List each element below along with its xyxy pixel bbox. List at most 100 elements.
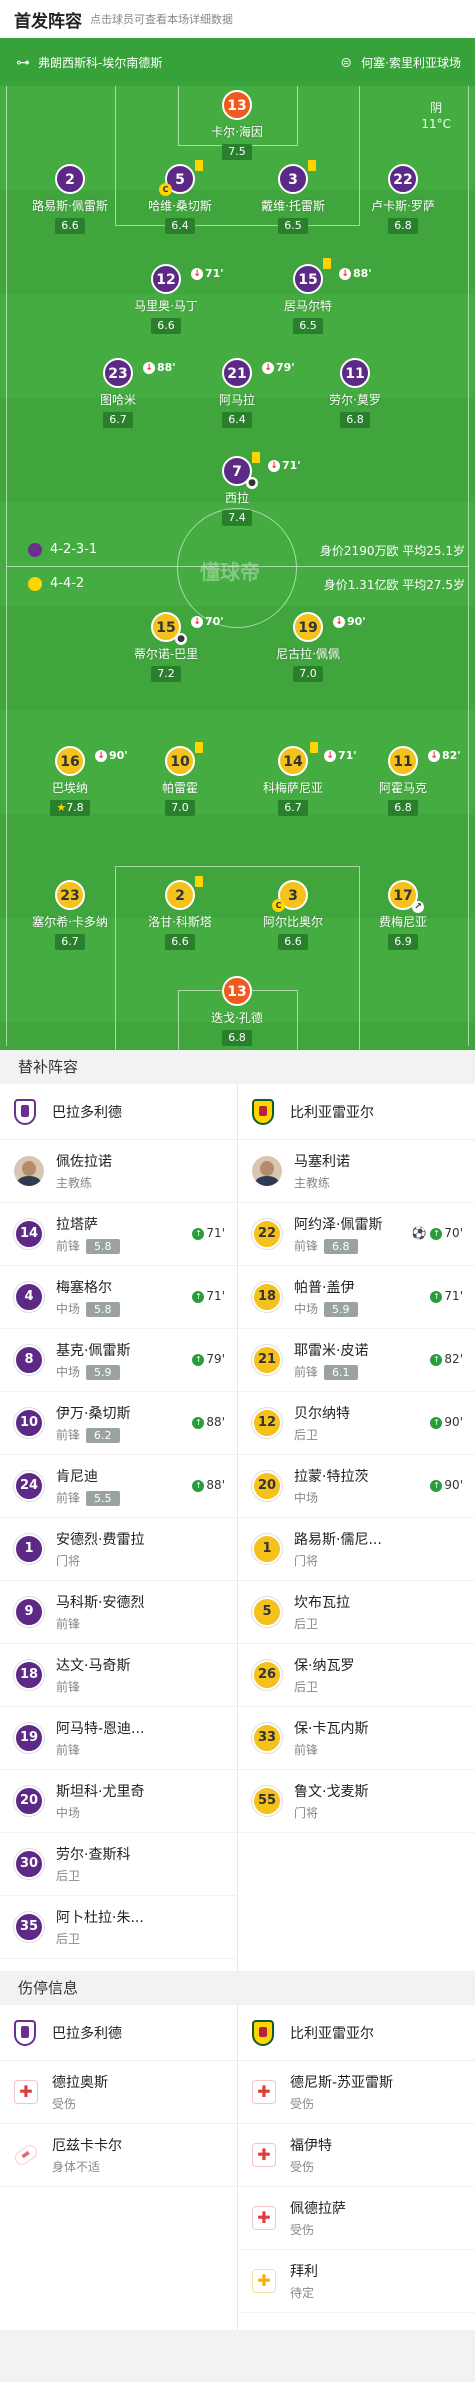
player-away-gk[interactable]: 13 迭戈·孔德 6.8 — [182, 976, 292, 1046]
player-name: 劳尔·查斯科 — [56, 1847, 131, 1863]
sub-player-row[interactable]: 20 拉蒙·特拉茨 中场 ↑ 90' — [238, 1455, 475, 1518]
sub-player-row[interactable]: 14 拉塔萨 前锋 5.8 ↑ 71' — [0, 1203, 237, 1266]
sub-player-row[interactable]: 12 贝尔纳特 后卫 ↑ 90' — [238, 1392, 475, 1455]
player-away-st2[interactable]: 19 ↓ 90' 尼古拉·佩佩 7.0 — [253, 612, 366, 682]
sub-in-minute: ↑ 90' — [430, 1415, 463, 1429]
yellow-card-icon — [252, 452, 260, 463]
player-home-gk[interactable]: 13 卡尔·海因 7.5 — [182, 90, 292, 160]
shirt-number: 35 — [14, 1912, 44, 1942]
player-home-dm2[interactable]: 15 ↓ 88' 居马尔特 6.5 — [253, 258, 372, 334]
player-name: 图哈米 — [99, 393, 136, 407]
player-rating: 5.9 — [86, 1365, 120, 1380]
sub-player-row[interactable]: 30 劳尔·查斯科 后卫 — [0, 1833, 237, 1896]
position-text: 前锋 — [56, 1680, 81, 1694]
player-rating: 6.7 — [55, 934, 85, 950]
sub-off-icon: ↓ — [191, 268, 203, 280]
sub-player-row[interactable]: 33 保·卡瓦内斯 前锋 — [238, 1707, 475, 1770]
shirt-number: 13 — [222, 976, 252, 1006]
sub-off-icon: ↓ — [95, 750, 107, 762]
sub-player-row[interactable]: 1 安德烈·费雷拉 门将 — [0, 1518, 237, 1581]
home-formation: 4-2-3-1 — [28, 542, 97, 557]
away-coach[interactable]: 马塞利诺 主教练 — [238, 1140, 475, 1203]
sub-player-row[interactable]: 4 梅塞格尔 中场 5.8 ↑ 71' — [0, 1266, 237, 1329]
player-name: 阿霍马克 — [378, 781, 427, 795]
player-away-cb2[interactable]: 3C 阿尔比奥尔 6.6 — [238, 880, 348, 950]
sub-player-row[interactable]: 20 斯坦科·尤里奇 中场 — [0, 1770, 237, 1833]
player-name: 路易斯·儒尼... — [294, 1532, 382, 1548]
injury-row[interactable]: ✚ 佩德拉萨 受伤 — [238, 2187, 475, 2250]
shirt-number: 14 ↓ 71' — [278, 742, 357, 776]
player-away-rb[interactable]: 17 ↗ 费梅尼亚 6.9 — [348, 880, 458, 950]
player-away-lm[interactable]: 16 ↓ 90' 巴埃纳 ★7.8 — [15, 746, 128, 816]
player-name: 塞尔希·卡多纳 — [32, 915, 108, 929]
player-home-am2[interactable]: 21 ↓ 79' 阿马拉 6.4 — [182, 358, 295, 428]
player-home-lb[interactable]: 2 路易斯·佩雷斯 6.6 — [15, 164, 125, 234]
player-away-cm2[interactable]: 14 ↓ 71' 科梅萨尼亚 6.7 — [238, 742, 357, 816]
sub-player-row[interactable]: 18 帕普·盖伊 中场 5.9 ↑ 71' — [238, 1266, 475, 1329]
sub-in-minute: ↑ 88' — [192, 1478, 225, 1492]
player-home-dm1[interactable]: 12 ↓ 71' 马里奥·马丁 6.6 — [111, 264, 224, 334]
injury-section-title: 伤停信息 — [0, 1971, 475, 2005]
player-rating: 7.4 — [222, 510, 252, 526]
injury-row[interactable]: ✚ 拜利 待定 — [238, 2250, 475, 2313]
player-name: 基克·佩雷斯 — [56, 1343, 131, 1359]
player-name: 帕普·盖伊 — [294, 1280, 355, 1296]
player-home-am1[interactable]: 23 ↓ 88' 图哈米 6.7 — [63, 358, 176, 428]
sub-player-info: 贝尔纳特 后卫 — [294, 1403, 350, 1443]
shirt-number: 11 ↓ 82' — [388, 746, 461, 776]
position-text: 后卫 — [56, 1869, 81, 1883]
player-rating: 6.6 — [151, 318, 181, 334]
player-home-cb1[interactable]: 5C 哈维·桑切斯 6.4 — [125, 160, 235, 234]
sub-off-icon: ↓ — [333, 616, 345, 628]
goal-ball-icon: ● — [246, 477, 258, 489]
medical-kit-icon: ✚ — [252, 2206, 276, 2230]
player-home-am3[interactable]: 11 劳尔·莫罗 6.8 — [300, 358, 410, 428]
coach-role: 主教练 — [56, 1176, 93, 1190]
player-away-cm1[interactable]: 10 帕雷霍 7.0 — [125, 742, 235, 816]
sub-player-row[interactable]: 18 达文·马奇斯 前锋 — [0, 1644, 237, 1707]
player-away-cb1[interactable]: 2 洛甘·科斯塔 6.6 — [125, 876, 235, 950]
sub-player-row[interactable]: 9 马科斯·安德烈 前锋 — [0, 1581, 237, 1644]
sub-player-row[interactable]: 21 耶雷米·皮诺 前锋 6.1 ↑ 82' — [238, 1329, 475, 1392]
player-away-rm[interactable]: 11 ↓ 82' 阿霍马克 6.8 — [348, 746, 461, 816]
sub-player-row[interactable]: 55 鲁文·戈麦斯 门将 — [238, 1770, 475, 1833]
player-name: 阿马特-恩迪... — [56, 1721, 145, 1737]
injury-row[interactable]: ✚ 德拉奥斯 受伤 — [0, 2061, 237, 2124]
sub-player-info: 耶雷米·皮诺 前锋 6.1 — [294, 1340, 368, 1380]
player-home-st[interactable]: 7 ● ↓ 71' 西拉 7.4 — [182, 452, 301, 526]
player-name: 梅塞格尔 — [56, 1280, 112, 1296]
sub-player-row[interactable]: 19 阿马特-恩迪... 前锋 — [0, 1707, 237, 1770]
shirt-number: 3 — [278, 160, 316, 194]
player-position: 中场 5.9 — [294, 1300, 358, 1317]
player-home-cb2[interactable]: 3 戴维·托雷斯 6.5 — [238, 160, 348, 234]
player-rating: 5.9 — [324, 1302, 358, 1317]
injury-info: 佩德拉萨 受伤 — [290, 2198, 346, 2238]
minute-text: 88' — [206, 1478, 225, 1492]
injury-row[interactable]: ✚ 德尼斯-苏亚雷斯 受伤 — [238, 2061, 475, 2124]
player-home-rb[interactable]: 22 卢卡斯·罗萨 6.8 — [348, 164, 458, 234]
sub-player-row[interactable]: 5 坎布瓦拉 后卫 — [238, 1581, 475, 1644]
sub-in-minute: ↑ 71' — [430, 1289, 463, 1303]
sub-player-info: 安德烈·费雷拉 门将 — [56, 1529, 144, 1569]
weather-info: 阴 11°C — [421, 100, 451, 132]
sub-player-row[interactable]: 10 伊万·桑切斯 前锋 6.2 ↑ 88' — [0, 1392, 237, 1455]
player-name: 洛甘·科斯塔 — [148, 915, 212, 929]
injury-row[interactable]: ✚ 福伊特 受伤 — [238, 2124, 475, 2187]
sub-player-info: 鲁文·戈麦斯 门将 — [294, 1781, 368, 1821]
home-coach[interactable]: 佩佐拉诺 主教练 — [0, 1140, 237, 1203]
sub-player-row[interactable]: 35 阿卜杜拉·朱... 后卫 — [0, 1896, 237, 1959]
sub-player-row[interactable]: 8 基克·佩雷斯 中场 5.9 ↑ 79' — [0, 1329, 237, 1392]
sub-player-row[interactable]: 26 保·纳瓦罗 后卫 — [238, 1644, 475, 1707]
player-name: 尼古拉·佩佩 — [276, 647, 340, 661]
player-rating: 6.9 — [388, 934, 418, 950]
player-name: 阿约泽·佩雷斯 — [294, 1217, 383, 1233]
sub-player-row[interactable]: 22 阿约泽·佩雷斯 前锋 6.8 ⚽ ↑ 70' — [238, 1203, 475, 1266]
player-away-lb[interactable]: 23 塞尔希·卡多纳 6.7 — [15, 880, 125, 950]
player-name: 保·纳瓦罗 — [294, 1658, 355, 1674]
sub-player-row[interactable]: 1 路易斯·儒尼... 门将 — [238, 1518, 475, 1581]
sub-player-row[interactable]: 24 肯尼迪 前锋 5.5 ↑ 88' — [0, 1455, 237, 1518]
subs-section-title: 替补阵容 — [0, 1050, 475, 1084]
player-away-st1[interactable]: 15 ● ↓ 70' 蒂尔诺-巴里 7.2 — [111, 612, 224, 682]
injury-row[interactable]: ▬ 厄兹卡卡尔 身体不适 — [0, 2124, 237, 2187]
watermark-logo: 懂球帝 — [200, 560, 260, 584]
